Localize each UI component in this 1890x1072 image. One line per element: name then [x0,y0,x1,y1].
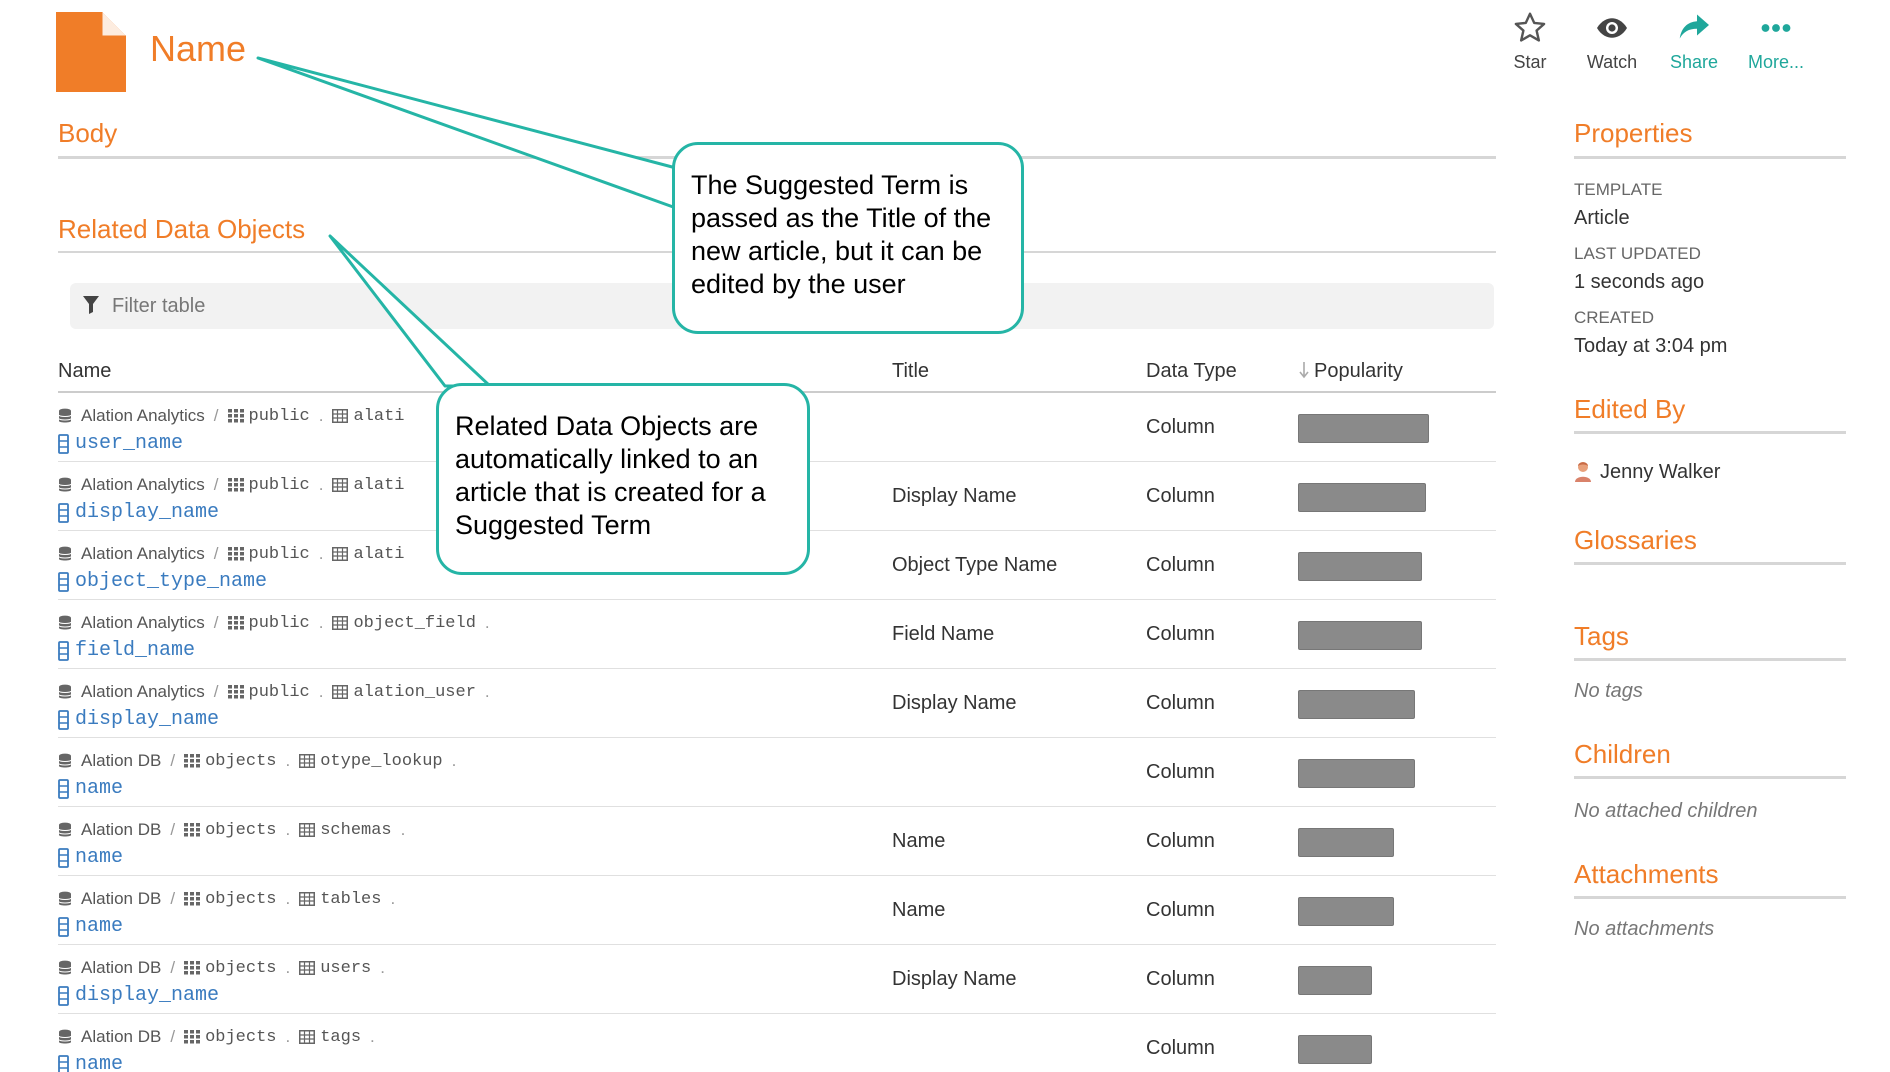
title-callout-pointer [256,56,678,210]
related-callout-pointer [328,234,492,388]
suggested-term-callout: The Suggested Term is passed as the Titl… [672,142,1024,334]
related-objects-callout: Related Data Objects are automatically l… [436,383,810,575]
